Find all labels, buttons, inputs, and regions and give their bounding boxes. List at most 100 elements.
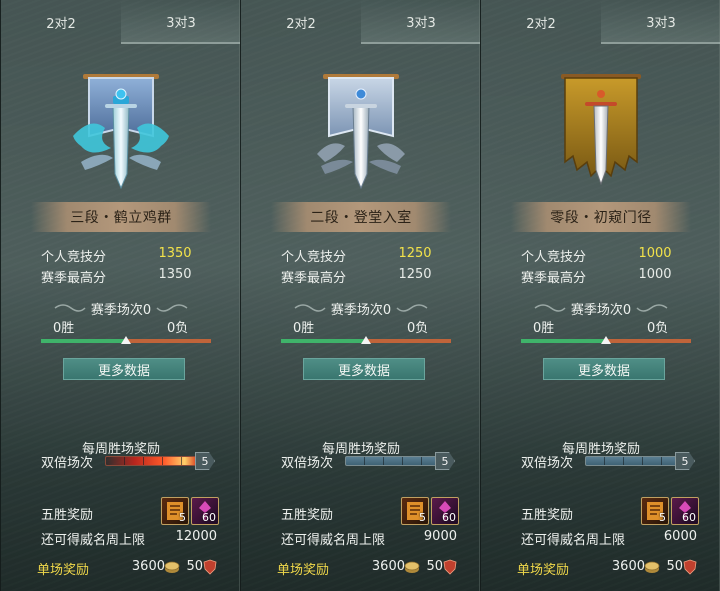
season-high-row: 赛季最高分 1000	[521, 267, 701, 286]
five-win-reward-label: 五胜奖励	[281, 508, 334, 523]
mode-tabs: 2对2 3对3	[1, 0, 241, 44]
single-shields-value: 50	[186, 559, 203, 574]
season-matches: 赛季场次0	[330, 303, 392, 318]
tab-2v2[interactable]: 2对2	[1, 0, 121, 44]
arena-panel-2: 2对2 3对3 二段・登堂入室 个人竞技分 1250 赛季最高分 1250 赛季…	[240, 0, 481, 591]
single-match-reward-label: 单场奖励	[37, 563, 90, 578]
double-matches-label: 双倍场次	[41, 456, 94, 471]
double-matches-label: 双倍场次	[281, 456, 334, 471]
reward-item-gem[interactable]: 60	[671, 497, 699, 525]
single-coins-value: 3600	[131, 559, 165, 574]
tab-2v2[interactable]: 2对2	[241, 0, 361, 44]
shield-icon	[683, 559, 697, 575]
double-matches-label: 双倍场次	[521, 456, 574, 471]
weekly-cap-value: 9000	[423, 529, 457, 544]
season-high-row: 赛季最高分 1350	[41, 267, 221, 286]
single-coins-value: 3600	[611, 559, 645, 574]
loss-segment	[606, 339, 691, 343]
rank-name-banner: 零段・初窥门径	[511, 202, 691, 232]
coin-icon	[164, 561, 180, 573]
coin-icon	[644, 561, 660, 573]
losses-count: 0负	[407, 321, 429, 336]
reward-item-scroll-count: 5	[419, 511, 426, 524]
silver-sword-banner-icon	[317, 74, 405, 190]
reward-item-gem-count: 60	[682, 511, 696, 524]
more-data-button[interactable]: 更多数据	[543, 358, 665, 380]
weekly-cap-label: 还可得威名周上限	[41, 533, 146, 548]
reward-item-gem[interactable]: 60	[431, 497, 459, 525]
personal-score-label: 个人竞技分	[521, 250, 587, 265]
rank-name-banner: 二段・登堂入室	[271, 202, 451, 232]
personal-score-value: 1000	[638, 246, 672, 261]
reward-item-gem-count: 60	[442, 511, 456, 524]
reward-item-scroll-count: 5	[179, 511, 186, 524]
arena-panel-3: 2对2 3对3 零段・初窥门径 个人竞技分 1000 赛季最高分 1000 赛季…	[480, 0, 720, 591]
loss-segment	[366, 339, 451, 343]
reward-item-scroll[interactable]: 5	[401, 497, 429, 525]
season-high-label: 赛季最高分	[41, 271, 107, 286]
arena-panel-1: 2对2 3对3 三段・鹤立鸡群 个人竞技分 1350 赛季最高分 1350 赛季…	[0, 0, 241, 591]
losses-count: 0负	[647, 321, 669, 336]
tattered-gold-sword-banner-icon	[561, 74, 641, 186]
weekly-cap-label: 还可得威名周上限	[521, 533, 626, 548]
win-loss-marker-icon	[361, 336, 371, 344]
five-win-reward-label: 五胜奖励	[41, 508, 94, 523]
single-match-reward-label: 单场奖励	[277, 563, 330, 578]
losses-count: 0负	[167, 321, 189, 336]
shield-icon	[443, 559, 457, 575]
reward-item-scroll[interactable]: 5	[161, 497, 189, 525]
season-high-value: 1350	[158, 267, 192, 282]
personal-score-value: 1250	[398, 246, 432, 261]
weekly-cap-value: 6000	[663, 529, 697, 544]
shield-icon	[203, 559, 217, 575]
weekly-cap-value: 12000	[175, 529, 217, 544]
personal-score-label: 个人竞技分	[41, 250, 107, 265]
season-high-row: 赛季最高分 1250	[281, 267, 461, 286]
tab-3v3[interactable]: 3对3	[601, 0, 720, 44]
personal-score-row: 个人竞技分 1250	[281, 246, 461, 265]
single-match-reward-label: 单场奖励	[517, 563, 570, 578]
tab-3v3[interactable]: 3对3	[361, 0, 481, 44]
reward-item-gem-count: 60	[202, 511, 216, 524]
weekly-progress-bar	[105, 456, 203, 466]
win-loss-marker-icon	[601, 336, 611, 344]
season-high-label: 赛季最高分	[281, 271, 347, 286]
win-loss-marker-icon	[121, 336, 131, 344]
personal-score-row: 个人竞技分 1350	[41, 246, 221, 265]
season-high-label: 赛季最高分	[521, 271, 587, 286]
personal-score-label: 个人竞技分	[281, 250, 347, 265]
reward-item-gem[interactable]: 60	[191, 497, 219, 525]
mode-tabs: 2对2 3对3	[481, 0, 720, 44]
weekly-cap-label: 还可得威名周上限	[281, 533, 386, 548]
single-coins-value: 3600	[371, 559, 405, 574]
win-segment	[41, 339, 126, 343]
weekly-progress-bar	[345, 456, 443, 466]
tab-2v2[interactable]: 2对2	[481, 0, 601, 44]
win-segment	[521, 339, 606, 343]
season-matches: 赛季场次0	[570, 303, 632, 318]
mode-tabs: 2对2 3对3	[241, 0, 481, 44]
wins-count: 0胜	[293, 321, 315, 336]
rank-name-banner: 三段・鹤立鸡群	[31, 202, 211, 232]
personal-score-value: 1350	[158, 246, 192, 261]
cloud-ornament-right-icon	[636, 304, 668, 312]
more-data-button[interactable]: 更多数据	[303, 358, 425, 380]
blue-dragon-sword-banner-icon	[73, 74, 169, 190]
tab-3v3[interactable]: 3对3	[121, 0, 241, 44]
season-high-value: 1000	[638, 267, 672, 282]
cloud-ornament-right-icon	[156, 304, 188, 312]
personal-score-row: 个人竞技分 1000	[521, 246, 701, 265]
wins-count: 0胜	[533, 321, 555, 336]
coin-icon	[404, 561, 420, 573]
more-data-button[interactable]: 更多数据	[63, 358, 185, 380]
reward-item-scroll-count: 5	[659, 511, 666, 524]
cloud-ornament-right-icon	[396, 304, 428, 312]
season-matches: 赛季场次0	[90, 303, 152, 318]
win-segment	[281, 339, 366, 343]
loss-segment	[126, 339, 211, 343]
arena-panels: 2对2 3对3 三段・鹤立鸡群 个人竞技分 1350 赛季最高分 1350 赛季…	[0, 0, 720, 591]
reward-item-scroll[interactable]: 5	[641, 497, 669, 525]
season-high-value: 1250	[398, 267, 432, 282]
single-shields-value: 50	[426, 559, 443, 574]
five-win-reward-label: 五胜奖励	[521, 508, 574, 523]
